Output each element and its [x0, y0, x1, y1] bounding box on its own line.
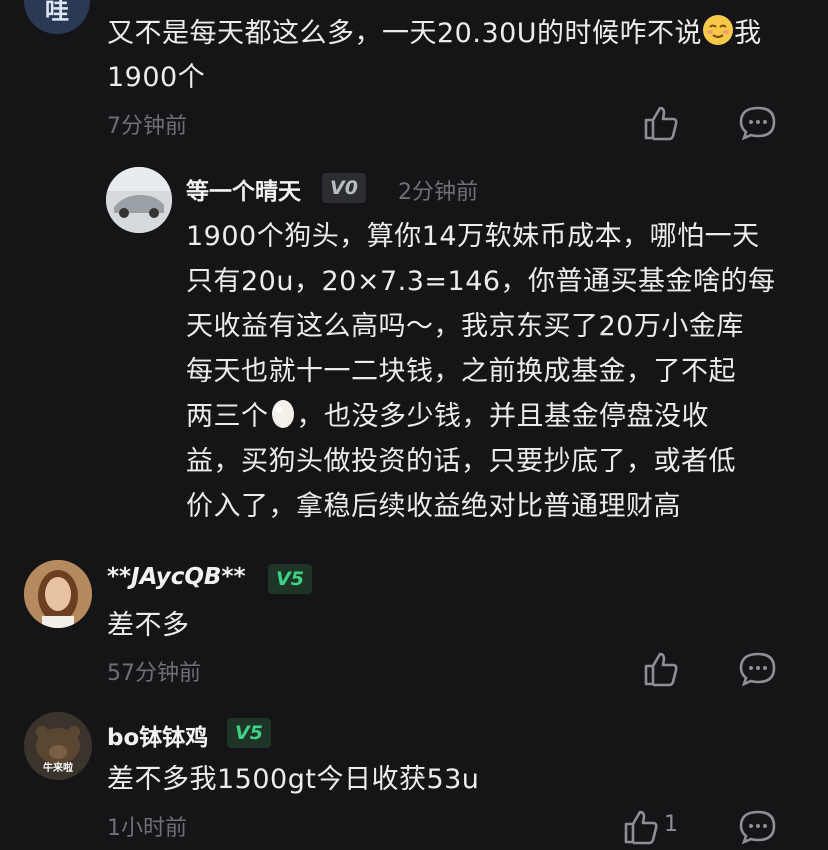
reply-line: 益，买狗头做投资的话，只要抄底了，或者低: [186, 446, 736, 477]
relieved-face-icon: [702, 14, 734, 58]
avatar[interactable]: [24, 560, 92, 628]
thumbs-up-icon[interactable]: [642, 104, 680, 146]
thumbs-up-icon[interactable]: [622, 808, 660, 850]
reply-line: 每天也就十一二块钱，之前换成基金，了不起: [186, 356, 736, 387]
thumbs-up-icon[interactable]: [642, 650, 680, 692]
reply-line: 天收益有这么高吗～，我京东买了20万小金库: [186, 311, 744, 342]
car-photo: [106, 167, 172, 233]
avatar[interactable]: 哇: [24, 0, 90, 34]
comment-bubble-icon[interactable]: [738, 104, 778, 146]
comment-text: 差不多我1500gt今日收获53u: [107, 764, 480, 795]
comment-time: 1小时前: [107, 816, 187, 841]
reply-line: 只有20u，20×7.3=146，你普通买基金啥的每: [186, 266, 776, 297]
avatar[interactable]: [106, 167, 172, 233]
reply-line: 两三个 ，也没多少钱，并且基金停盘没收: [186, 397, 709, 441]
comment-time: 57分钟前: [107, 661, 201, 686]
comment-text: 又不是每天都这么多，一天20.30U的时候咋不说我: [107, 14, 807, 58]
comment-bubble-icon[interactable]: [738, 650, 778, 692]
avatar-caption: 牛来啦: [43, 763, 73, 774]
reply-line: 1900个狗头，算你14万软妹币成本，哪怕一天: [186, 221, 760, 252]
level-badge: V5: [268, 564, 312, 594]
comment-time: 7分钟前: [107, 114, 187, 139]
comment-text: 差不多: [107, 610, 190, 641]
username[interactable]: 等一个晴天: [186, 172, 301, 206]
level-badge: V0: [322, 173, 366, 203]
avatar[interactable]: 牛来啦: [24, 712, 92, 780]
comment-bubble-icon[interactable]: [738, 808, 778, 850]
portrait-photo: [24, 560, 92, 628]
level-badge: V5: [227, 718, 271, 748]
egg-icon: [269, 397, 297, 441]
avatar-initial: 哇: [45, 0, 69, 25]
reply-line: 价入了，拿稳后续收益绝对比普通理财高: [186, 491, 681, 522]
like-count: 1: [664, 812, 678, 837]
username[interactable]: **JAycQB**: [107, 564, 246, 590]
username[interactable]: bo钵钵鸡: [107, 718, 208, 752]
comment-time: 2分钟前: [398, 180, 478, 205]
comment-text-line2: 1900个: [107, 62, 206, 93]
